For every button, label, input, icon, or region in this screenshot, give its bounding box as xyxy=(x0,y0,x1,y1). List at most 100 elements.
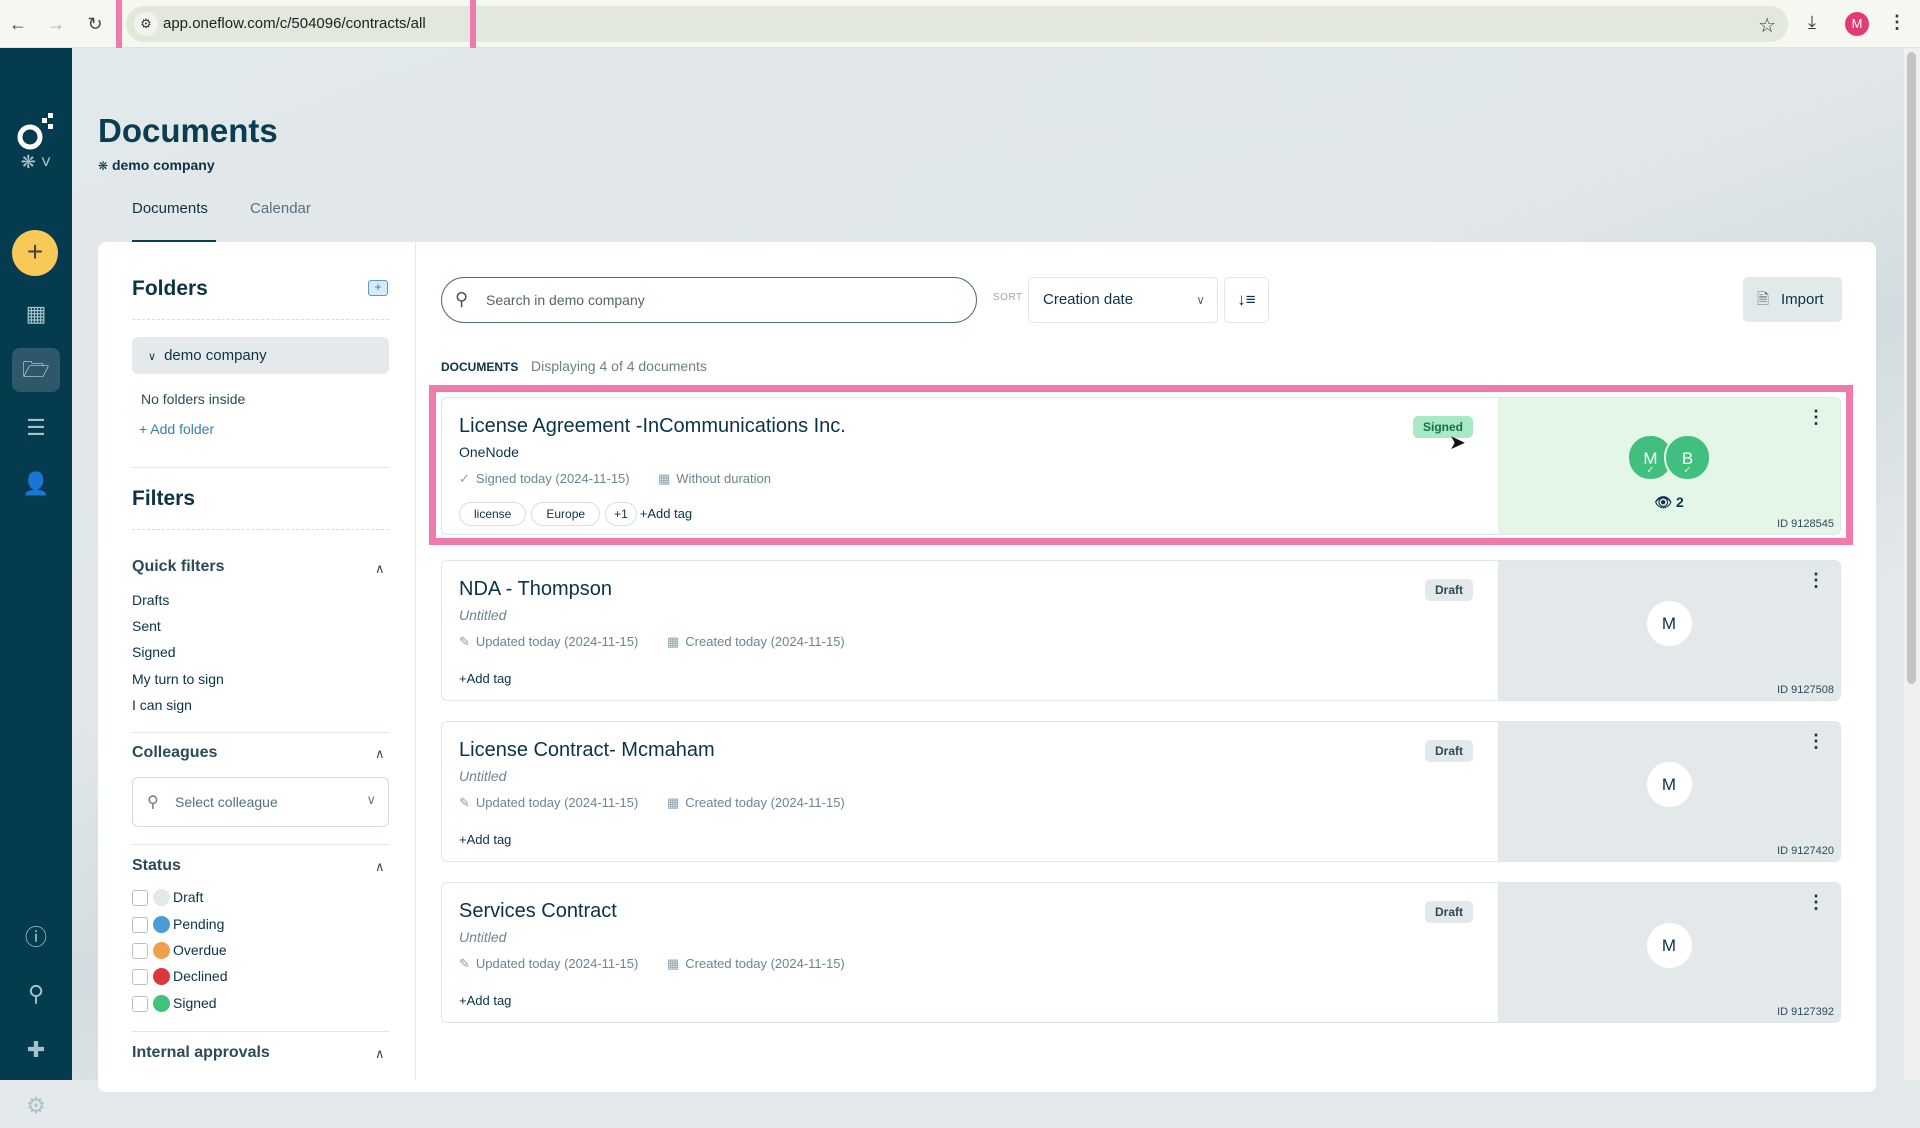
app-sidebar: ❋ ˅ + ▦ 🗁 ☰ 👤 ⓘ ⚲ ✚ ⚙ xyxy=(0,48,72,1118)
settings-gear-icon[interactable]: ⚙ xyxy=(12,1084,60,1128)
pencil-icon: ✎ xyxy=(459,634,470,649)
checkbox[interactable] xyxy=(132,996,148,1012)
add-folder-link[interactable]: + Add folder xyxy=(139,421,214,437)
quick-filter-drafts[interactable]: Drafts xyxy=(132,592,169,608)
created-date: ▦ Created today (2024-11-15) xyxy=(667,956,845,972)
chevron-up-icon[interactable]: ∧ xyxy=(375,1046,385,1062)
profile-avatar[interactable]: M xyxy=(1845,12,1869,36)
card-highlight-box xyxy=(429,385,1853,545)
back-icon[interactable]: ← xyxy=(6,12,30,36)
add-tag-link[interactable]: +Add tag xyxy=(459,989,511,1013)
status-badge: Draft xyxy=(1424,579,1473,601)
divider xyxy=(132,529,389,530)
document-counterparty: Untitled xyxy=(459,768,507,784)
created-date: ▦ Created today (2024-11-15) xyxy=(667,795,845,811)
updated-date: ✎ Updated today (2024-11-15) xyxy=(459,634,638,650)
reload-icon[interactable]: ↻ xyxy=(83,12,107,36)
search-input[interactable] xyxy=(486,287,956,313)
chevron-up-icon[interactable]: ∧ xyxy=(375,561,385,577)
document-id: ID 9127508 xyxy=(1777,684,1834,696)
filters-heading: Filters xyxy=(132,487,196,510)
more-options-icon[interactable]: ⋮ xyxy=(1807,571,1825,589)
sort-value: Creation date xyxy=(1043,291,1134,308)
import-button[interactable]: 🗎 Import xyxy=(1743,277,1842,322)
checkbox[interactable] xyxy=(132,890,148,906)
status-dot-icon xyxy=(153,995,170,1012)
documents-folder-icon[interactable]: 🗁 xyxy=(12,348,60,392)
add-tag-link[interactable]: +Add tag xyxy=(459,667,511,691)
chevron-up-icon[interactable]: ∧ xyxy=(375,746,385,762)
folders-heading: Folders xyxy=(132,277,208,300)
status-label: Signed xyxy=(173,995,217,1011)
url-highlight-box xyxy=(116,0,476,54)
templates-layers-icon[interactable]: ☰ xyxy=(12,406,60,450)
add-folder-icon[interactable]: + xyxy=(368,280,388,296)
quick-filter-my-turn[interactable]: My turn to sign xyxy=(132,671,224,687)
divider xyxy=(132,467,389,468)
search-icon[interactable]: ⚲ xyxy=(12,972,60,1016)
tag-list: +Add tag xyxy=(459,989,511,1013)
participant-avatar[interactable]: M xyxy=(1646,762,1692,807)
document-card[interactable]: Services Contract Untitled ✎ Updated toda… xyxy=(441,882,1841,1023)
meta-text: Updated today (2024-11-15) xyxy=(475,634,639,649)
chevron-up-icon[interactable]: ∧ xyxy=(375,859,385,875)
bookmark-star-icon[interactable]: ☆ xyxy=(1758,13,1776,38)
quick-filter-i-can-sign[interactable]: I can sign xyxy=(132,697,192,713)
status-heading: Status xyxy=(132,857,181,874)
more-options-icon[interactable]: ⋮ xyxy=(1807,893,1825,911)
tab-calendar[interactable]: Calendar xyxy=(250,200,311,217)
meta-text: Updated today (2024-11-15) xyxy=(475,956,639,971)
chevron-down-icon: ∨ xyxy=(1196,293,1205,307)
colleagues-heading: Colleagues xyxy=(132,744,218,761)
document-title[interactable]: Services Contract xyxy=(459,900,617,923)
dashboard-grid-icon[interactable]: ▦ xyxy=(12,292,60,336)
colleague-select[interactable]: ⚲ Select colleague ∨ xyxy=(132,777,389,827)
workspace-label: ❋ demo company xyxy=(98,157,215,173)
no-folders-text: No folders inside xyxy=(141,391,246,407)
document-counterparty: Untitled xyxy=(459,929,507,945)
folder-item-root[interactable]: ∨ demo company xyxy=(132,337,389,374)
status-badge: Draft xyxy=(1424,901,1473,923)
marketplace-icon[interactable]: ✚ xyxy=(12,1028,60,1072)
download-icon[interactable]: ⤓ xyxy=(1808,12,1816,33)
status-label: Overdue xyxy=(173,942,227,958)
address-book-icon[interactable]: 👤 xyxy=(12,462,60,506)
participant-avatar[interactable]: M xyxy=(1646,601,1692,646)
workspace-switcher-icon[interactable]: ❋ ˅ xyxy=(12,140,60,184)
tab-documents[interactable]: Documents xyxy=(132,200,208,217)
sort-select[interactable]: Creation date ∨ xyxy=(1028,277,1218,323)
add-tag-link[interactable]: +Add tag xyxy=(459,828,511,852)
more-options-icon[interactable]: ⋮ xyxy=(1807,732,1825,750)
calendar-add-icon: ▦ xyxy=(667,795,680,810)
updated-date: ✎ Updated today (2024-11-15) xyxy=(459,956,638,972)
chevron-down-icon: ∨ xyxy=(366,792,376,807)
checkbox[interactable] xyxy=(132,943,148,959)
document-title[interactable]: NDA - Thompson xyxy=(459,578,612,601)
divider xyxy=(132,844,389,845)
participant-avatar[interactable]: M xyxy=(1646,923,1692,968)
document-id: ID 9127392 xyxy=(1777,1006,1834,1018)
meta-text: Updated today (2024-11-15) xyxy=(475,795,639,810)
colleague-placeholder: Select colleague xyxy=(175,794,278,810)
page-scrollbar-thumb[interactable] xyxy=(1907,52,1916,684)
forward-icon[interactable]: → xyxy=(44,12,68,36)
workspace-name: demo company xyxy=(111,157,215,173)
status-label: Pending xyxy=(173,916,225,932)
create-document-button[interactable]: + xyxy=(12,230,58,276)
meta-text: Created today (2024-11-15) xyxy=(685,956,845,971)
checkbox[interactable] xyxy=(132,969,148,985)
document-title[interactable]: License Contract- Mcmaham xyxy=(459,739,715,762)
status-badge: Draft xyxy=(1424,740,1473,762)
help-icon[interactable]: ⓘ xyxy=(12,916,60,960)
meta-text: Created today (2024-11-15) xyxy=(685,634,845,649)
browser-menu-icon[interactable]: ⋮ xyxy=(1888,12,1906,33)
sort-direction-button[interactable]: ↓≡ xyxy=(1224,277,1269,323)
quick-filter-sent[interactable]: Sent xyxy=(132,618,161,634)
document-card[interactable]: License Contract- Mcmaham Untitled ✎ Upda… xyxy=(441,721,1841,862)
meta-text: Created today (2024-11-15) xyxy=(685,795,845,810)
calendar-add-icon: ▦ xyxy=(667,956,680,971)
document-card[interactable]: NDA - Thompson Untitled ✎ Updated today (… xyxy=(441,560,1841,701)
checkbox[interactable] xyxy=(132,917,148,933)
quick-filter-signed[interactable]: Signed xyxy=(132,644,176,660)
search-field[interactable]: ⚲ xyxy=(441,277,977,323)
